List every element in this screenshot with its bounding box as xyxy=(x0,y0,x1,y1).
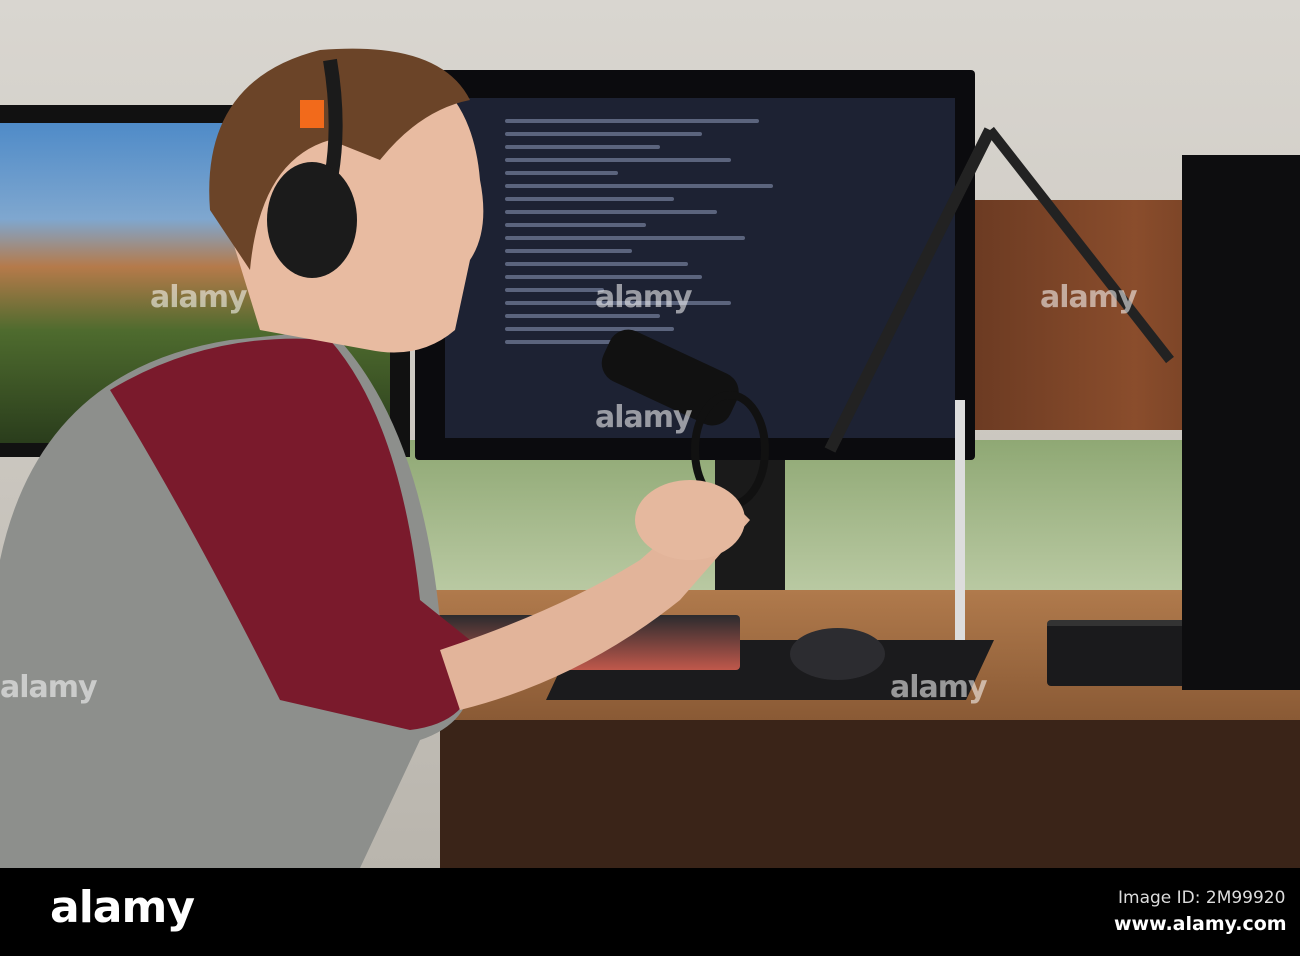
watermark: alamy xyxy=(150,280,248,315)
alamy-logo: alamy xyxy=(50,882,195,933)
headphone-accent xyxy=(300,100,324,128)
watermark: alamy xyxy=(890,670,988,705)
hand xyxy=(635,480,745,560)
footer-bar xyxy=(0,868,1300,956)
headphone-cup xyxy=(267,162,357,278)
watermark: alamy xyxy=(1040,280,1138,315)
photo: alamy alamy alamy alamy alamy alamy xyxy=(0,0,1300,868)
watermark: alamy xyxy=(595,280,693,315)
image-id: Image ID: 2M99920 xyxy=(1118,888,1286,908)
watermark: alamy xyxy=(595,400,693,435)
site-url[interactable]: www.alamy.com xyxy=(1114,913,1287,935)
watermark: alamy xyxy=(0,670,98,705)
